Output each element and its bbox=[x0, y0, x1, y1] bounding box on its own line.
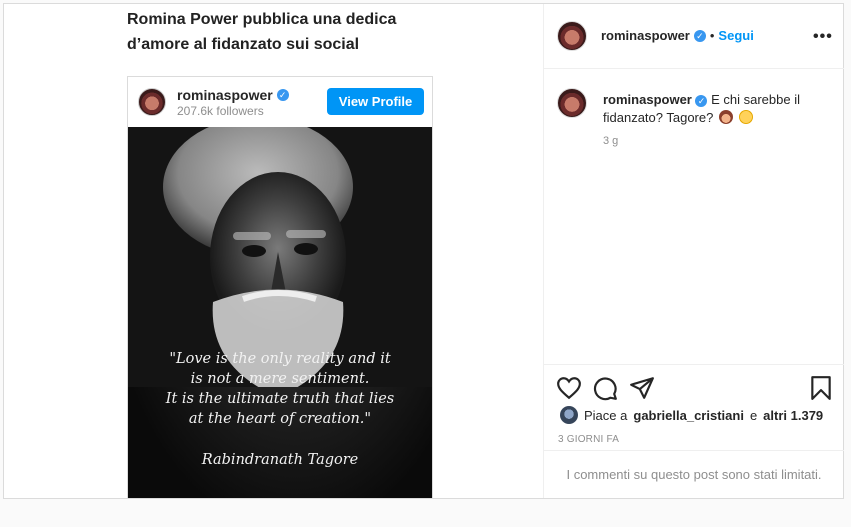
bookmark-icon[interactable] bbox=[808, 375, 834, 401]
header-user: rominaspower ✓ • Segui bbox=[601, 28, 754, 43]
follow-button[interactable]: Segui bbox=[718, 28, 753, 43]
post-date[interactable]: 3 GIORNI FA bbox=[558, 434, 619, 445]
verified-badge-icon: ✓ bbox=[276, 89, 289, 101]
instagram-post: Romina Power pubblica una dedica d’amore… bbox=[3, 3, 844, 499]
post-media: Romina Power pubblica una dedica d’amore… bbox=[4, 4, 542, 498]
likes-others[interactable]: altri 1.379 bbox=[763, 408, 823, 423]
quote-line: "Love is the only reality and it bbox=[169, 351, 391, 367]
article-title: Romina Power pubblica una dedica d’amore… bbox=[127, 7, 427, 57]
embed-header: rominaspower ✓ 207.6k followers View Pro… bbox=[128, 77, 432, 127]
portrait-image bbox=[128, 127, 432, 387]
quote-author: Rabindranath Tagore bbox=[201, 452, 359, 468]
separator-dot: • bbox=[709, 28, 715, 43]
post-header: rominaspower ✓ • Segui ••• bbox=[544, 4, 844, 69]
quote-line: It is the ultimate truth that lies bbox=[165, 391, 395, 407]
caption-comment: rominaspower ✓ E chi sarebbe il fidanzat… bbox=[603, 91, 828, 127]
quote-line: at the heart of creation." bbox=[188, 411, 372, 427]
quote-text: "Love is the only reality and it is not … bbox=[128, 349, 432, 429]
comment-username[interactable]: rominaspower bbox=[603, 92, 692, 107]
likes-summary: Piace a gabriella_cristiani e altri 1.37… bbox=[560, 406, 823, 424]
comment-timestamp[interactable]: 3 g bbox=[603, 135, 618, 147]
embed-username-text[interactable]: rominaspower bbox=[177, 87, 273, 103]
header-username[interactable]: rominaspower bbox=[601, 28, 690, 43]
quote-line: is not a mere sentiment. bbox=[190, 371, 370, 387]
comment-avatar[interactable] bbox=[557, 88, 587, 118]
comment-icon[interactable] bbox=[592, 375, 618, 401]
article-title-line-1: Romina Power pubblica una dedica bbox=[127, 11, 397, 28]
likes-middle: e bbox=[749, 407, 758, 423]
more-options-icon[interactable]: ••• bbox=[813, 28, 833, 46]
embed-followers: 207.6k followers bbox=[177, 104, 264, 118]
avatar[interactable] bbox=[557, 21, 587, 51]
article-title-line-2: d’amore al fidanzato sui social bbox=[127, 36, 360, 53]
smile-emoji-icon bbox=[738, 110, 753, 124]
verified-badge-icon: ✓ bbox=[695, 95, 708, 107]
liker-avatar[interactable] bbox=[560, 406, 578, 424]
embed-username[interactable]: rominaspower ✓ bbox=[177, 87, 289, 103]
verified-badge-icon: ✓ bbox=[693, 29, 706, 42]
post-sidebar: rominaspower ✓ • Segui ••• rominaspower … bbox=[543, 4, 844, 498]
likes-prefix: Piace a bbox=[584, 407, 628, 423]
view-profile-button[interactable]: View Profile bbox=[327, 88, 424, 115]
embed-avatar[interactable] bbox=[138, 88, 166, 116]
heart-icon[interactable] bbox=[556, 375, 582, 401]
quote-photo: "Love is the only reality and it is not … bbox=[128, 127, 432, 498]
comments-limited-notice: I commenti su questo post sono stati lim… bbox=[544, 450, 844, 498]
woman-emoji-icon bbox=[718, 110, 733, 124]
embedded-post: rominaspower ✓ 207.6k followers View Pro… bbox=[127, 76, 433, 498]
share-icon[interactable] bbox=[629, 375, 655, 401]
action-bar bbox=[544, 364, 844, 401]
likes-user[interactable]: gabriella_cristiani bbox=[633, 408, 744, 423]
